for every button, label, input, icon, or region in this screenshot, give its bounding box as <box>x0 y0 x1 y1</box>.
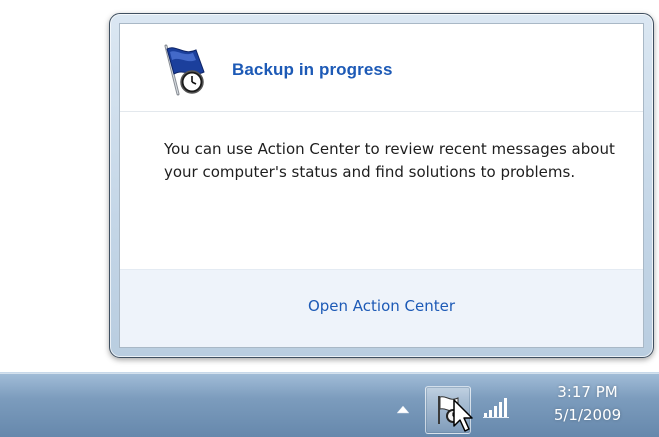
flyout-header: Backup in progress <box>120 24 643 112</box>
flyout-message: You can use Action Center to review rece… <box>164 140 615 181</box>
clock-time: 3:17 PM <box>557 383 618 401</box>
taskbar-clock[interactable]: 3:17 PM 5/1/2009 <box>530 381 645 427</box>
open-action-center-link[interactable]: Open Action Center <box>120 297 643 315</box>
flyout-title: Backup in progress <box>232 60 393 79</box>
action-center-flyout: Backup in progress You can use Action Ce… <box>109 13 654 358</box>
taskbar: 3:17 PM 5/1/2009 <box>0 372 659 437</box>
flyout-content: Backup in progress You can use Action Ce… <box>119 23 644 348</box>
tray-up-arrow-icon[interactable] <box>396 403 410 415</box>
mouse-pointer-icon <box>453 399 473 432</box>
network-signal-icon[interactable] <box>481 395 513 419</box>
flyout-footer: Open Action Center <box>120 269 643 347</box>
clock-date: 5/1/2009 <box>553 406 622 424</box>
action-center-flag-clock-icon <box>164 44 205 96</box>
